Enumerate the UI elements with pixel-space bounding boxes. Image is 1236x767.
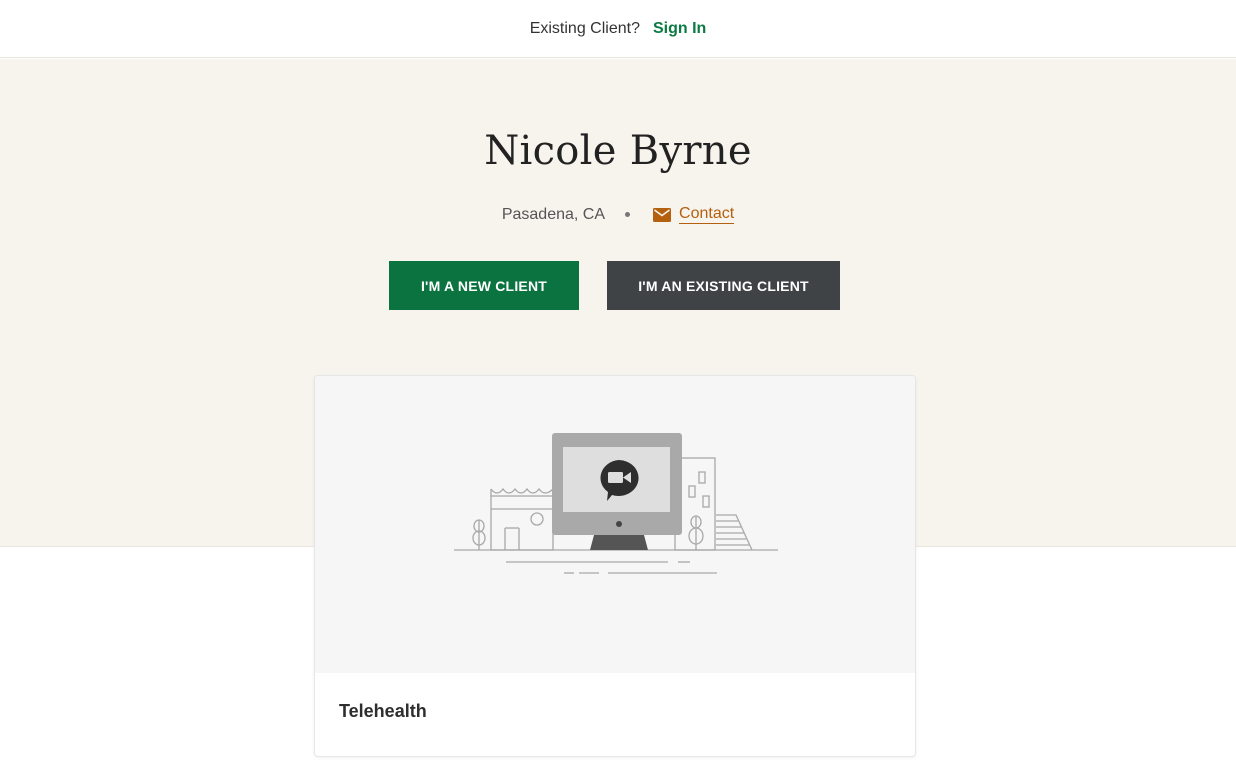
- top-bar: Existing Client? Sign In: [0, 0, 1236, 58]
- contact-label: Contact: [679, 205, 735, 224]
- existing-client-button[interactable]: I'M AN EXISTING CLIENT: [607, 261, 840, 310]
- contact-link[interactable]: Contact: [653, 205, 735, 224]
- separator-dot: [625, 212, 631, 217]
- profile-meta: Pasadena, CA Contact: [0, 205, 1236, 224]
- sign-in-link[interactable]: Sign In: [653, 20, 706, 38]
- location-text: Pasadena, CA: [501, 205, 606, 223]
- service-card-telehealth[interactable]: Telehealth: [314, 375, 916, 757]
- telehealth-illustration-svg: [454, 433, 778, 574]
- new-client-button[interactable]: I'M A NEW CLIENT: [389, 261, 579, 310]
- service-card-title: Telehealth: [339, 701, 427, 721]
- existing-client-question: Existing Client?: [529, 19, 640, 37]
- telehealth-illustration: [315, 376, 915, 673]
- page-title: Nicole Byrne: [484, 128, 752, 174]
- mail-icon: [653, 207, 672, 222]
